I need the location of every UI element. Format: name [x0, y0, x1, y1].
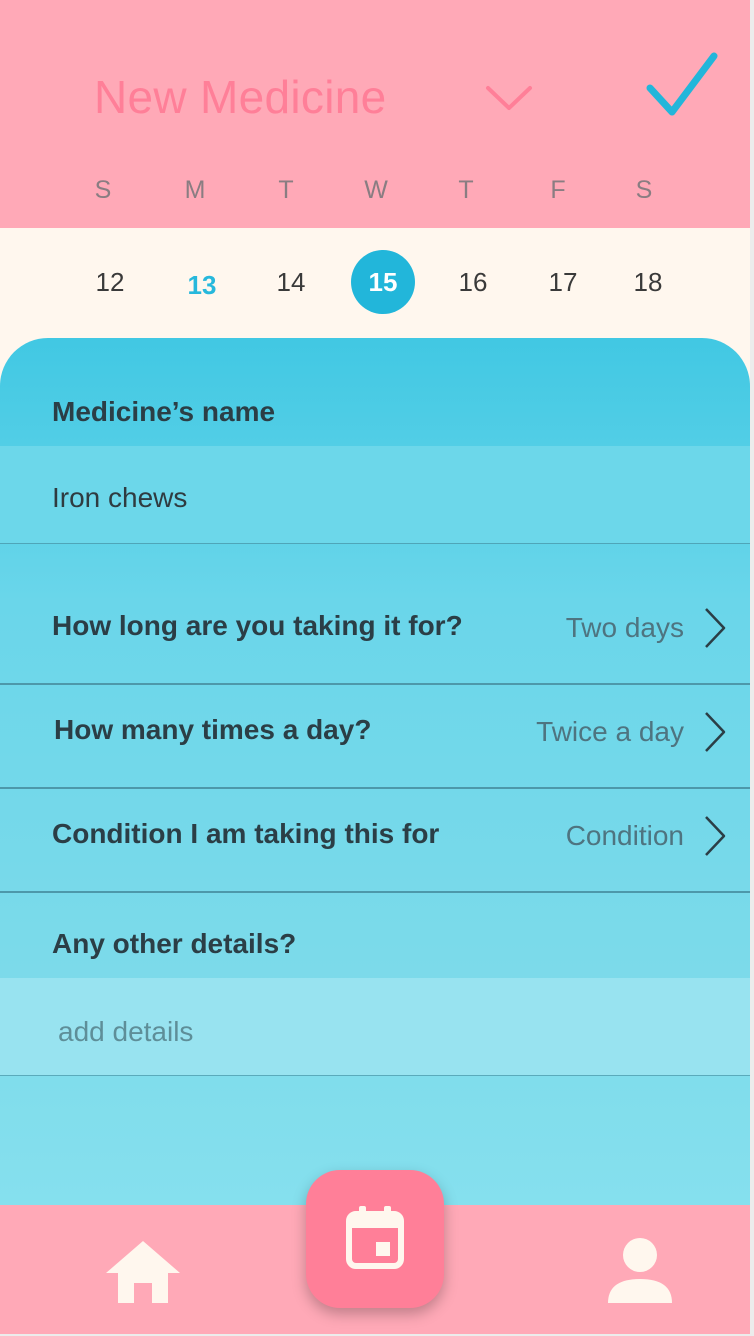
weekday-wed: W	[364, 176, 388, 204]
weekday-sun: S	[94, 176, 112, 204]
chevron-right-icon	[705, 608, 726, 648]
details-input[interactable]: add details	[0, 978, 750, 1076]
chevron-right-icon	[705, 712, 726, 752]
frequency-row[interactable]: How many times a day? Twice a day	[0, 684, 750, 788]
date-15-selected[interactable]: 15	[351, 250, 415, 314]
header: New Medicine S M T W T F S	[0, 0, 750, 228]
divider	[0, 891, 750, 893]
weekday-row: S M T W T F S	[0, 176, 750, 212]
medicine-form: Medicine’s name Iron chews How long are …	[0, 338, 750, 1218]
date-13-today[interactable]: 13	[170, 253, 234, 317]
date-17[interactable]: 17	[531, 250, 595, 314]
date-18[interactable]: 18	[616, 250, 680, 314]
weekday-mon: M	[184, 176, 206, 204]
chevron-right-icon	[705, 816, 726, 856]
details-placeholder: add details	[58, 1016, 194, 1047]
duration-question: How long are you taking it for?	[52, 610, 463, 641]
condition-question: Condition I am taking this for	[52, 818, 440, 849]
condition-row[interactable]: Condition I am taking this for Condition	[0, 788, 750, 892]
checkmark-icon[interactable]	[644, 50, 718, 118]
weekday-sat: S	[635, 176, 653, 204]
weekday-tue: T	[278, 176, 294, 204]
date-strip: 12 13 14 15 16 17 18	[0, 228, 750, 348]
weekday-thu: T	[458, 176, 474, 204]
frequency-value: Twice a day	[536, 716, 684, 747]
medicine-name-field[interactable]: Iron chews	[0, 446, 750, 544]
condition-value: Condition	[565, 820, 684, 851]
date-14[interactable]: 14	[259, 250, 323, 314]
window-edge	[750, 0, 754, 1336]
duration-value: Two days	[565, 612, 684, 643]
duration-row[interactable]: How long are you taking it for? Two days	[0, 580, 750, 684]
profile-icon[interactable]	[606, 1237, 674, 1305]
page-title: New Medicine	[94, 71, 387, 123]
weekday-fri: F	[550, 176, 566, 204]
date-12[interactable]: 12	[78, 250, 142, 314]
calendar-icon	[346, 1206, 404, 1269]
medicine-name-value: Iron chews	[52, 482, 188, 513]
calendar-button[interactable]	[306, 1170, 444, 1308]
details-label: Any other details?	[52, 928, 297, 959]
frequency-question: How many times a day?	[54, 714, 372, 745]
date-16[interactable]: 16	[441, 250, 505, 314]
chevron-down-icon[interactable]	[484, 80, 534, 116]
medicine-name-label: Medicine’s name	[52, 396, 276, 427]
home-icon[interactable]	[104, 1237, 182, 1305]
